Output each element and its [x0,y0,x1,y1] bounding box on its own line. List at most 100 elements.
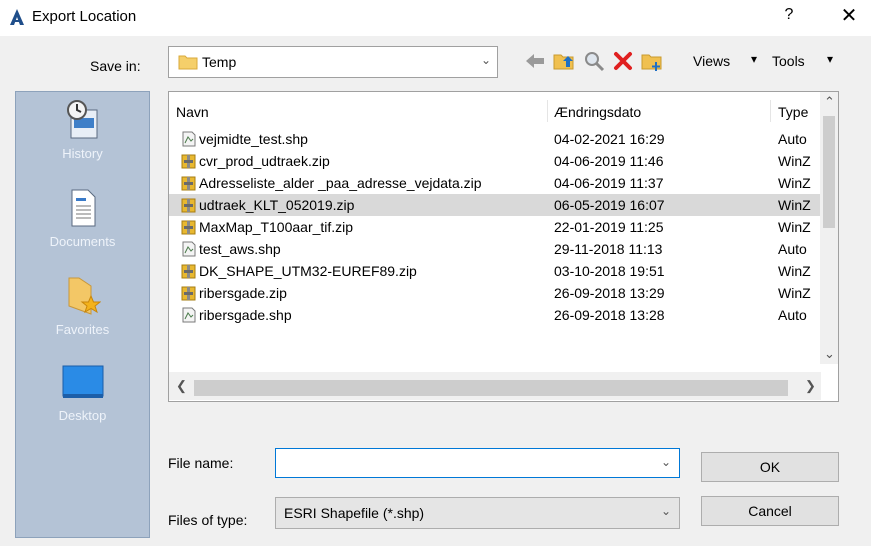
file-type-cell: WinZ [778,285,811,301]
zip-archive-icon [181,176,196,191]
location-value: Temp [202,54,237,70]
file-row[interactable]: ribersgade.zip 26-09-2018 13:29 WinZ [169,282,821,304]
tools-dropdown-icon[interactable]: ▾ [827,52,833,66]
file-date-cell: 22-01-2019 11:25 [554,219,664,235]
up-one-level-icon[interactable] [553,50,575,72]
views-menu-button[interactable]: Views [693,53,730,69]
file-row[interactable]: test_aws.shp 29-11-2018 11:13 Auto [169,238,821,260]
file-row[interactable]: Adresseliste_alder _paa_adresse_vejdata.… [169,172,821,194]
create-new-folder-icon[interactable] [641,50,663,72]
place-favorites-label: Favorites [55,322,110,337]
delete-icon[interactable] [612,50,634,72]
documents-icon [71,189,95,227]
place-favorites[interactable]: Favorites [16,274,149,337]
files-of-type-label: Files of type: [168,512,248,528]
zip-archive-icon [181,220,196,235]
file-type-cell: WinZ [778,219,811,235]
views-dropdown-icon[interactable]: ▾ [751,52,757,66]
column-header-modified[interactable]: Ændringsdato [554,104,641,120]
help-button[interactable]: ? [781,6,797,24]
file-type-cell: WinZ [778,153,811,169]
search-web-icon[interactable] [583,50,605,72]
file-list[interactable]: Navn Ændringsdato Type vejmidte_test.shp… [168,91,839,402]
folder-icon [178,55,198,70]
tools-menu-button[interactable]: Tools [772,53,805,69]
back-arrow-icon[interactable] [524,50,546,72]
history-icon [66,100,97,139]
scroll-up-icon[interactable]: ⌃ [824,94,835,110]
file-row[interactable]: ribersgade.shp 26-09-2018 13:28 Auto [169,304,821,326]
place-desktop-label: Desktop [58,408,107,423]
vertical-scrollbar[interactable]: ⌃ ⌄ [820,92,838,364]
file-name-cell: Adresseliste_alder _paa_adresse_vejdata.… [199,175,482,191]
column-header-type[interactable]: Type [778,104,808,120]
shapefile-icon [182,307,196,323]
file-name-cell: vejmidte_test.shp [199,131,308,147]
file-name-cell: test_aws.shp [199,241,281,257]
shapefile-icon [182,131,196,147]
file-name-cell: ribersgade.shp [199,307,292,323]
close-button[interactable]: ✕ [838,3,860,28]
cancel-button[interactable]: Cancel [701,496,839,526]
file-name-cell: DK_SHAPE_UTM32-EUREF89.zip [199,263,417,279]
favorites-folder-icon [68,277,101,315]
file-date-cell: 04-06-2019 11:37 [554,175,664,191]
place-history-label: History [62,146,103,161]
horizontal-scroll-thumb[interactable] [194,380,788,396]
scroll-down-icon[interactable]: ⌄ [824,346,835,362]
file-type-cell: Auto [778,241,807,257]
file-row[interactable]: MaxMap_T100aar_tif.zip 22-01-2019 11:25 Wi… [169,216,821,238]
file-row[interactable]: vejmidte_test.shp 04-02-2021 16:29 Auto [169,128,821,150]
file-date-cell: 04-06-2019 11:46 [554,153,664,169]
place-documents[interactable]: Documents [16,188,149,249]
file-date-cell: 03-10-2018 19:51 [554,263,665,279]
title-bar: Export Location ? ✕ [0,0,871,36]
place-documents-label: Documents [49,234,116,249]
scroll-right-icon[interactable]: ❯ [805,378,816,394]
file-type-cell: WinZ [778,175,811,191]
file-row[interactable]: DK_SHAPE_UTM32-EUREF89.zip 03-10-2018 19:… [169,260,821,282]
zip-archive-icon [181,198,196,213]
desktop-icon [62,365,103,398]
chevron-down-icon: ⌄ [660,504,671,518]
chevron-down-icon: ⌄ [480,53,491,67]
location-dropdown[interactable]: Temp ⌄ [168,46,498,78]
horizontal-scrollbar[interactable]: ❮ ❯ [169,372,821,400]
file-date-cell: 29-11-2018 11:13 [554,241,663,257]
file-date-cell: 04-02-2021 16:29 [554,131,665,147]
file-name-combobox[interactable]: ⌄ [275,448,680,478]
file-row[interactable]: udtraek_KLT_052019.zip 06-05-2019 16:07 Wi… [169,194,821,216]
files-of-type-dropdown[interactable]: ESRI Shapefile (*.shp) ⌄ [275,497,680,529]
column-divider[interactable] [770,100,771,122]
scroll-left-icon[interactable]: ❮ [176,378,187,394]
files-of-type-value: ESRI Shapefile (*.shp) [284,505,425,521]
zip-archive-icon [181,286,196,301]
file-type-cell: WinZ [778,197,811,213]
save-in-label: Save in: [90,58,141,74]
file-name-cell: udtraek_KLT_052019.zip [199,197,355,213]
file-name-input[interactable] [280,453,644,475]
places-bar: History Documents Favorites Desktop [15,91,150,538]
file-name-label: File name: [168,455,234,471]
place-history[interactable]: History [16,100,149,161]
zip-archive-icon [181,154,196,169]
file-type-cell: Auto [778,131,807,147]
file-date-cell: 26-09-2018 13:28 [554,307,665,323]
file-row[interactable]: cvr_prod_udtraek.zip 04-06-2019 11:46 WinZ [169,150,821,172]
column-divider[interactable] [547,100,548,122]
shapefile-icon [182,241,196,257]
autocad-logo-icon [10,9,24,25]
file-date-cell: 26-09-2018 13:29 [554,285,665,301]
file-name-cell: MaxMap_T100aar_tif.zip [199,219,354,235]
file-type-cell: WinZ [778,263,811,279]
window-title: Export Location [32,8,137,25]
place-desktop[interactable]: Desktop [16,364,149,423]
file-name-cell: cvr_prod_udtraek.zip [199,153,330,169]
chevron-down-icon[interactable]: ⌄ [661,455,671,469]
file-date-cell: 06-05-2019 16:07 [554,197,665,213]
vertical-scroll-thumb[interactable] [823,116,835,228]
ok-button[interactable]: OK [701,452,839,482]
zip-archive-icon [181,264,196,279]
file-type-cell: Auto [778,307,807,323]
column-header-name[interactable]: Navn [176,104,209,120]
